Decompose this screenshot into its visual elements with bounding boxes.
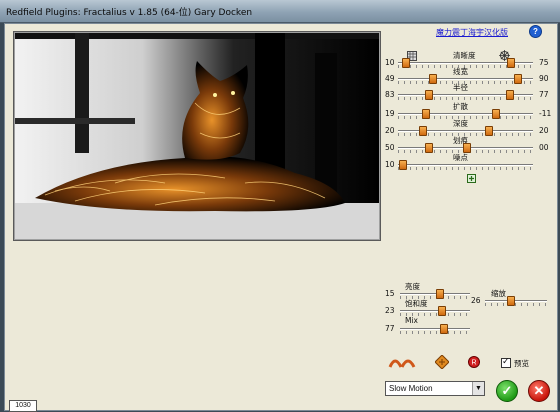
slider-track bbox=[398, 78, 533, 80]
plugin-window: Redfield Plugins: Fractalius v 1.85 (64-… bbox=[0, 0, 560, 412]
slider-thumb[interactable] bbox=[440, 324, 449, 334]
status-value: 1030 bbox=[9, 400, 37, 412]
add-noise-icon[interactable] bbox=[467, 174, 476, 185]
left-value: 50 bbox=[385, 143, 395, 152]
slider-thumb-right[interactable] bbox=[505, 90, 514, 100]
left-value: 83 bbox=[385, 90, 395, 99]
zoom-slider-ticks bbox=[485, 303, 547, 306]
title-bar[interactable]: Redfield Plugins: Fractalius v 1.85 (64-… bbox=[0, 0, 560, 23]
slider-track bbox=[400, 328, 470, 330]
slider-thumb-left[interactable] bbox=[428, 74, 437, 84]
zoom-value: 26 bbox=[471, 296, 481, 305]
zoom-slider-thumb[interactable] bbox=[506, 296, 515, 306]
slider-thumb[interactable] bbox=[437, 306, 446, 316]
param-label: 扩散 bbox=[453, 102, 468, 111]
slider-track bbox=[398, 130, 533, 132]
param-label: 深度 bbox=[453, 119, 468, 128]
param-label: 噪点 bbox=[453, 153, 468, 162]
left-value: 10 bbox=[385, 58, 395, 67]
param-label: Mix bbox=[405, 316, 418, 325]
zoom-slider-track bbox=[485, 300, 547, 302]
ok-button[interactable]: ✓ bbox=[496, 380, 518, 402]
slider-thumb-left[interactable] bbox=[424, 90, 433, 100]
localization-link[interactable]: 魔力震丁海宇汉化版 bbox=[436, 27, 508, 38]
slider-ticks bbox=[398, 167, 533, 170]
slider-thumb[interactable] bbox=[435, 289, 444, 299]
right-value: 75 bbox=[539, 58, 549, 67]
reset-icon[interactable]: R bbox=[468, 356, 480, 370]
left-value: 19 bbox=[385, 109, 395, 118]
preview-checkbox-label: 预览 bbox=[514, 359, 529, 368]
preview-checkbox[interactable]: ✓ bbox=[501, 356, 511, 368]
slider-track bbox=[400, 310, 470, 312]
slider-ticks bbox=[400, 331, 470, 334]
slider-thumb-right[interactable] bbox=[492, 109, 501, 119]
param-value: 23 bbox=[385, 306, 395, 315]
left-value: 10 bbox=[385, 160, 395, 169]
slider-thumb-right[interactable] bbox=[485, 126, 494, 136]
chevron-down-icon[interactable]: ▼ bbox=[472, 382, 484, 395]
window-title: Redfield Plugins: Fractalius v 1.85 (64-… bbox=[6, 8, 253, 18]
zoom-label: 缩放 bbox=[491, 289, 506, 298]
param-label: 亮度 bbox=[405, 282, 420, 291]
param-value: 15 bbox=[385, 289, 395, 298]
right-value: 77 bbox=[539, 90, 549, 99]
param-label: 饱和度 bbox=[405, 299, 428, 308]
preview-image[interactable] bbox=[15, 33, 379, 239]
left-value: 20 bbox=[385, 126, 395, 135]
param-label: 半径 bbox=[453, 83, 468, 92]
dialog-client-area: 魔力震丁海宇汉化版 ? 清晰度 10 75 线宽 49 90 半径 83 77 扩散 19 -11 深度… bbox=[4, 23, 558, 412]
slider-thumb-right[interactable] bbox=[507, 58, 516, 68]
blend-mode-select[interactable]: Slow Motion ▼ bbox=[385, 381, 485, 396]
slider-thumb-right[interactable] bbox=[513, 74, 522, 84]
slider-track bbox=[398, 113, 533, 115]
param-label: 线宽 bbox=[453, 67, 468, 76]
check-icon: ✓ bbox=[501, 383, 513, 398]
randomize-icon[interactable] bbox=[434, 354, 450, 371]
slider-thumb-left[interactable] bbox=[419, 126, 428, 136]
close-icon: ✕ bbox=[533, 383, 545, 398]
effect-preset-icon[interactable] bbox=[388, 355, 416, 371]
right-value: -11 bbox=[539, 109, 552, 118]
slider-thumb-left[interactable] bbox=[424, 143, 433, 153]
preview-frame bbox=[13, 31, 381, 241]
fractal-cat-image bbox=[15, 33, 379, 239]
slider-thumb-left[interactable] bbox=[401, 58, 410, 68]
slider-thumb-left[interactable] bbox=[399, 160, 408, 170]
param-value: 77 bbox=[385, 324, 395, 333]
right-value: 00 bbox=[539, 143, 549, 152]
right-value: 90 bbox=[539, 74, 549, 83]
param-label: 清晰度 bbox=[453, 51, 476, 60]
cancel-button[interactable]: ✕ bbox=[528, 380, 550, 402]
svg-text:R: R bbox=[471, 360, 476, 367]
slider-track bbox=[398, 164, 533, 166]
right-value: 20 bbox=[539, 126, 549, 135]
help-icon[interactable]: ? bbox=[529, 25, 542, 38]
slider-thumb-left[interactable] bbox=[422, 109, 430, 119]
blend-mode-value: Slow Motion bbox=[389, 384, 433, 393]
left-value: 49 bbox=[385, 74, 395, 83]
